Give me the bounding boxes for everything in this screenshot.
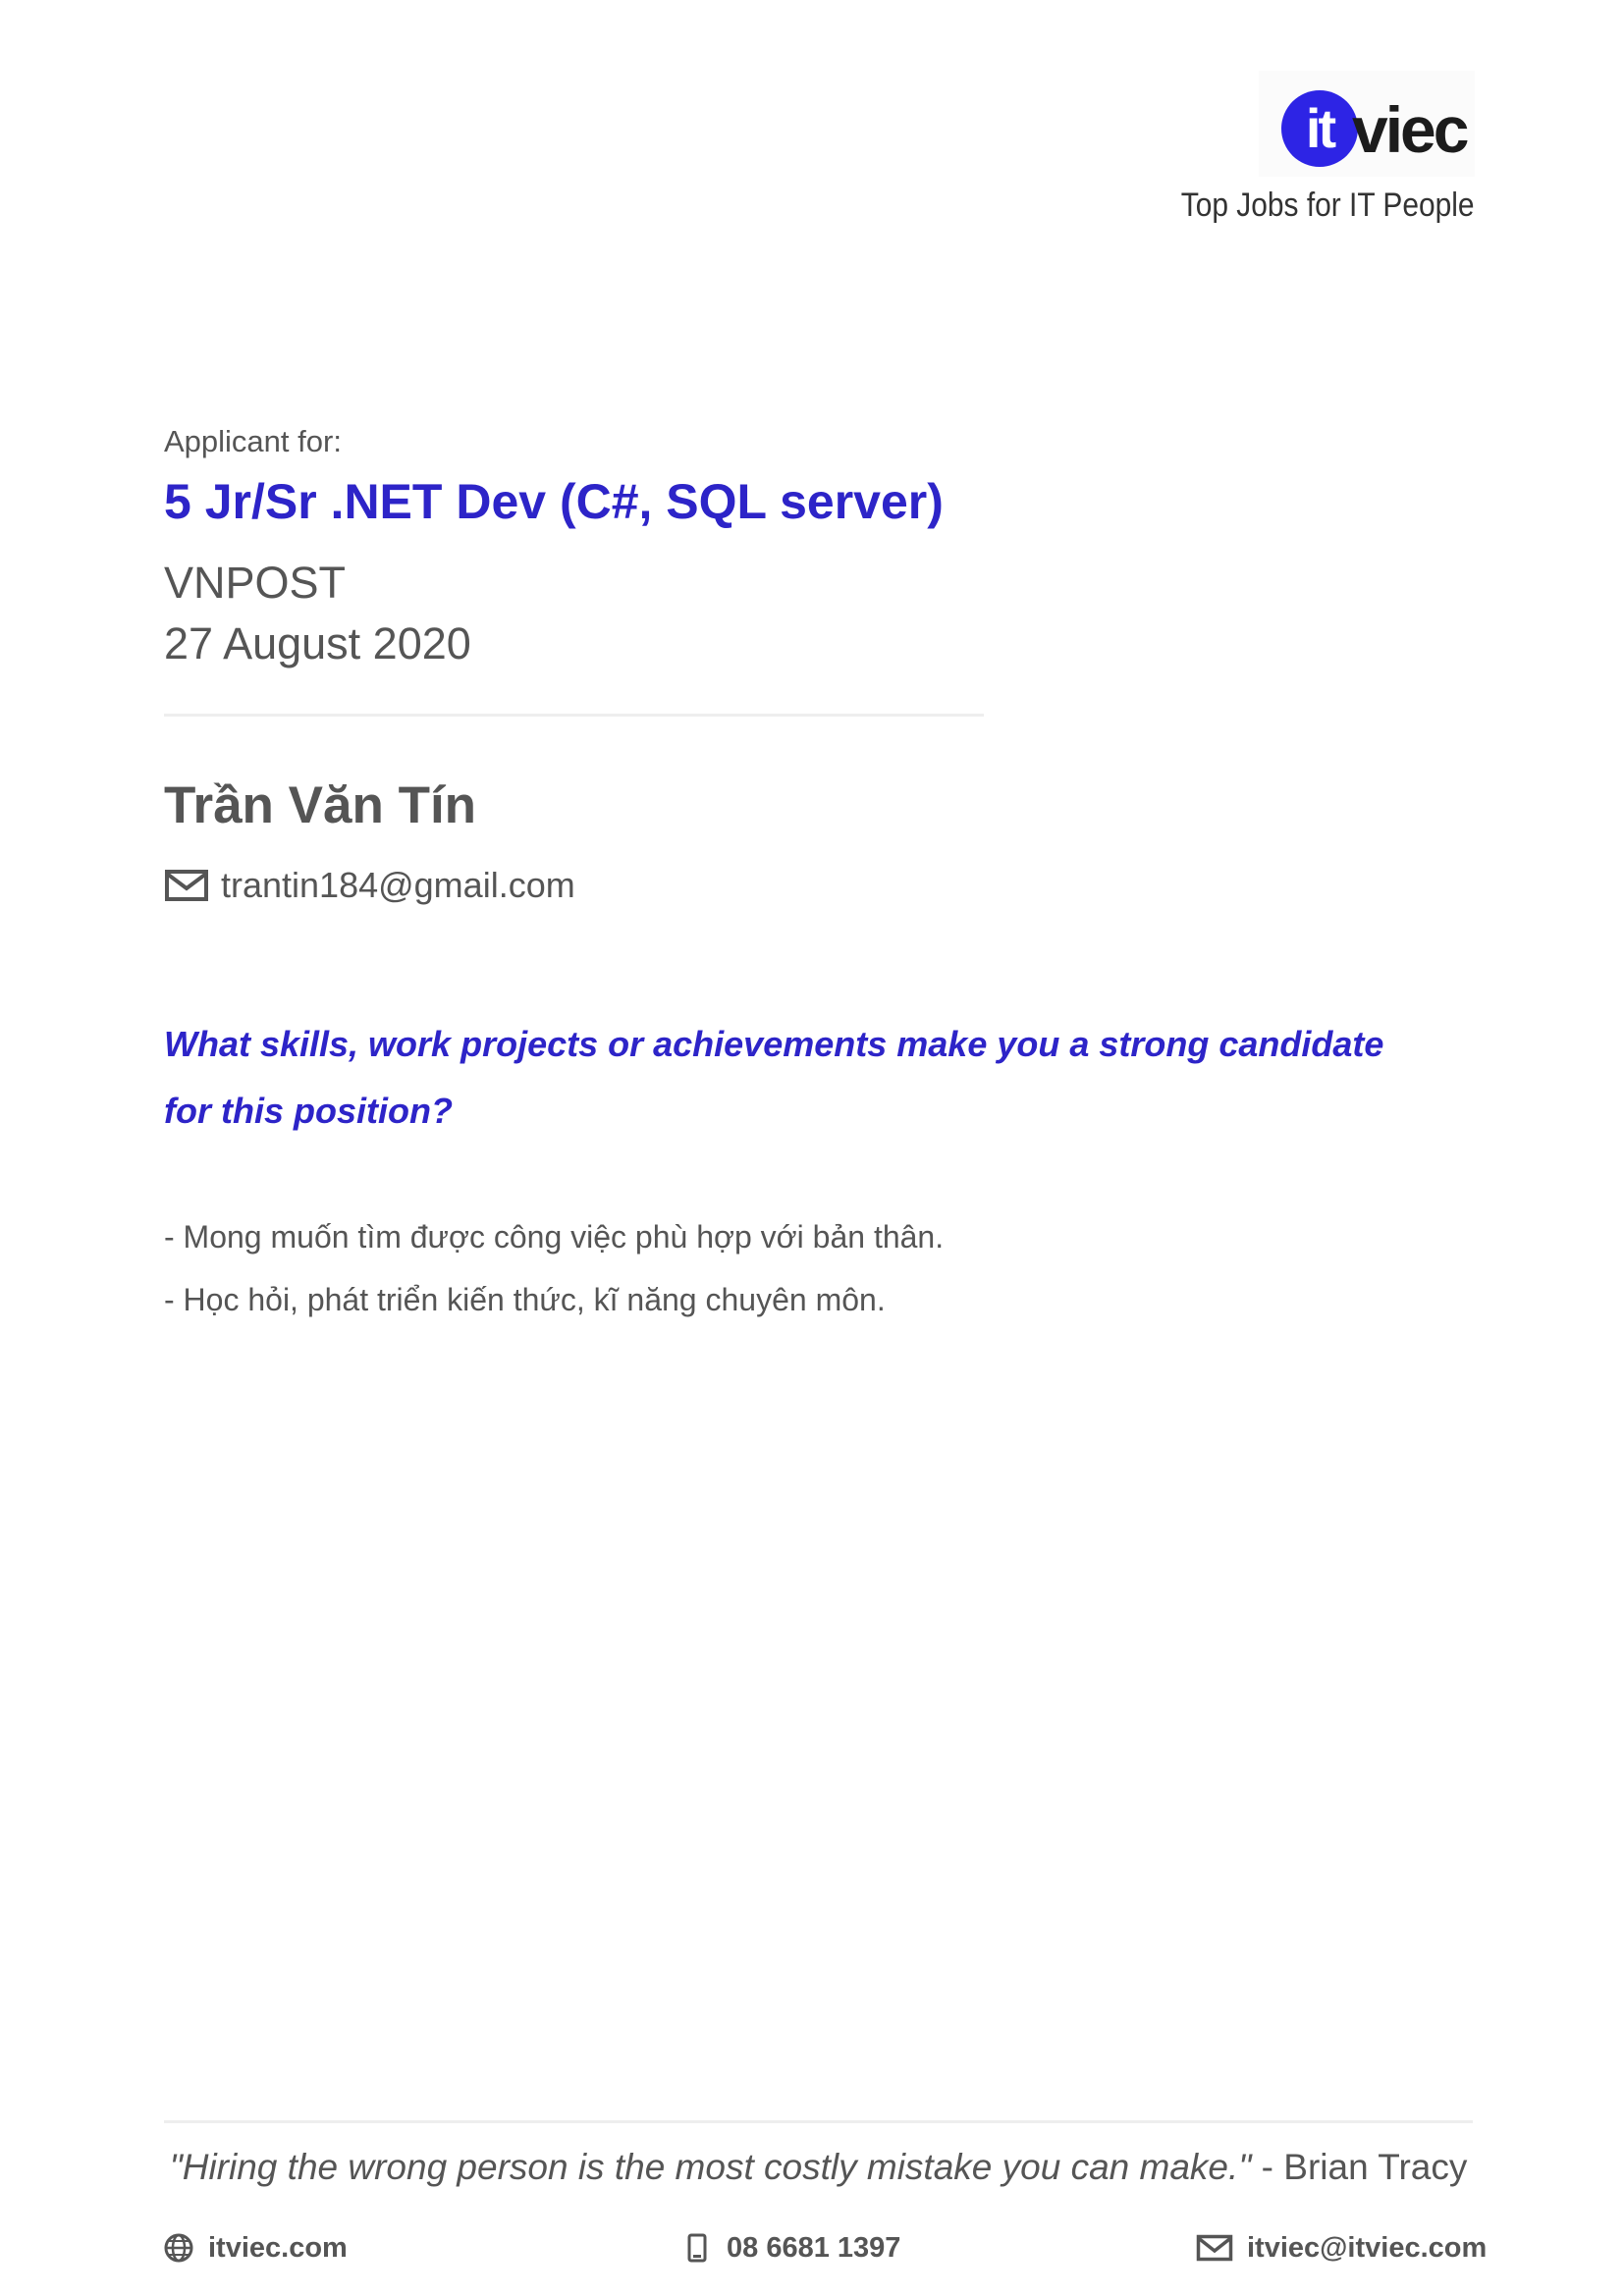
logo-circle: it	[1281, 90, 1358, 167]
email-link[interactable]: itviec@itviec.com	[1247, 2232, 1487, 2265]
footer-email[interactable]: itviec@itviec.com	[1196, 2228, 1487, 2268]
envelope-icon	[1196, 2234, 1233, 2262]
quote-text: "Hiring the wrong person is the most cos…	[169, 2147, 1252, 2187]
answer-line: - Mong muốn tìm được công việc phù hợp v…	[164, 1219, 945, 1255]
application-date: 27 August 2020	[164, 618, 471, 668]
footer-phone[interactable]: 08 6681 1397	[681, 2228, 900, 2268]
candidate-email-row: trantin184@gmail.com	[164, 864, 575, 907]
logo-wordmark: viec	[1352, 93, 1469, 166]
footer-divider	[164, 2120, 1473, 2123]
candidate-email[interactable]: trantin184@gmail.com	[221, 865, 575, 906]
answer-line: - Học hỏi, phát triển kiến thức, kĩ năng…	[164, 1282, 886, 1317]
question-heading: What skills, work projects or achievemen…	[164, 1024, 1384, 1131]
quote-author: - Brian Tracy	[1251, 2147, 1468, 2187]
phone-number[interactable]: 08 6681 1397	[727, 2232, 900, 2265]
candidate-name: Trần Văn Tín	[164, 776, 477, 834]
footer-quote: "Hiring the wrong person is the most cos…	[164, 2147, 1473, 2188]
itviec-logo: it viec	[1259, 71, 1475, 177]
company-name: VNPOST	[164, 558, 347, 608]
applicant-label: Applicant for:	[164, 424, 342, 458]
globe-icon	[164, 2233, 193, 2263]
tagline: Top Jobs for IT People	[1181, 187, 1475, 224]
answer: - Mong muốn tìm được công việc phù hợp v…	[164, 1205, 1440, 1331]
application-document: it viec Top Jobs for IT People Applicant…	[0, 0, 1624, 2296]
divider	[164, 714, 984, 717]
envelope-icon	[165, 870, 208, 901]
mobile-phone-icon	[687, 2233, 707, 2263]
website-link[interactable]: itviec.com	[208, 2232, 348, 2265]
job-title: 5 Jr/Sr .NET Dev (C#, SQL server)	[164, 474, 944, 529]
footer-website[interactable]: itviec.com	[163, 2228, 348, 2268]
logo-mark: it viec	[1281, 90, 1489, 169]
